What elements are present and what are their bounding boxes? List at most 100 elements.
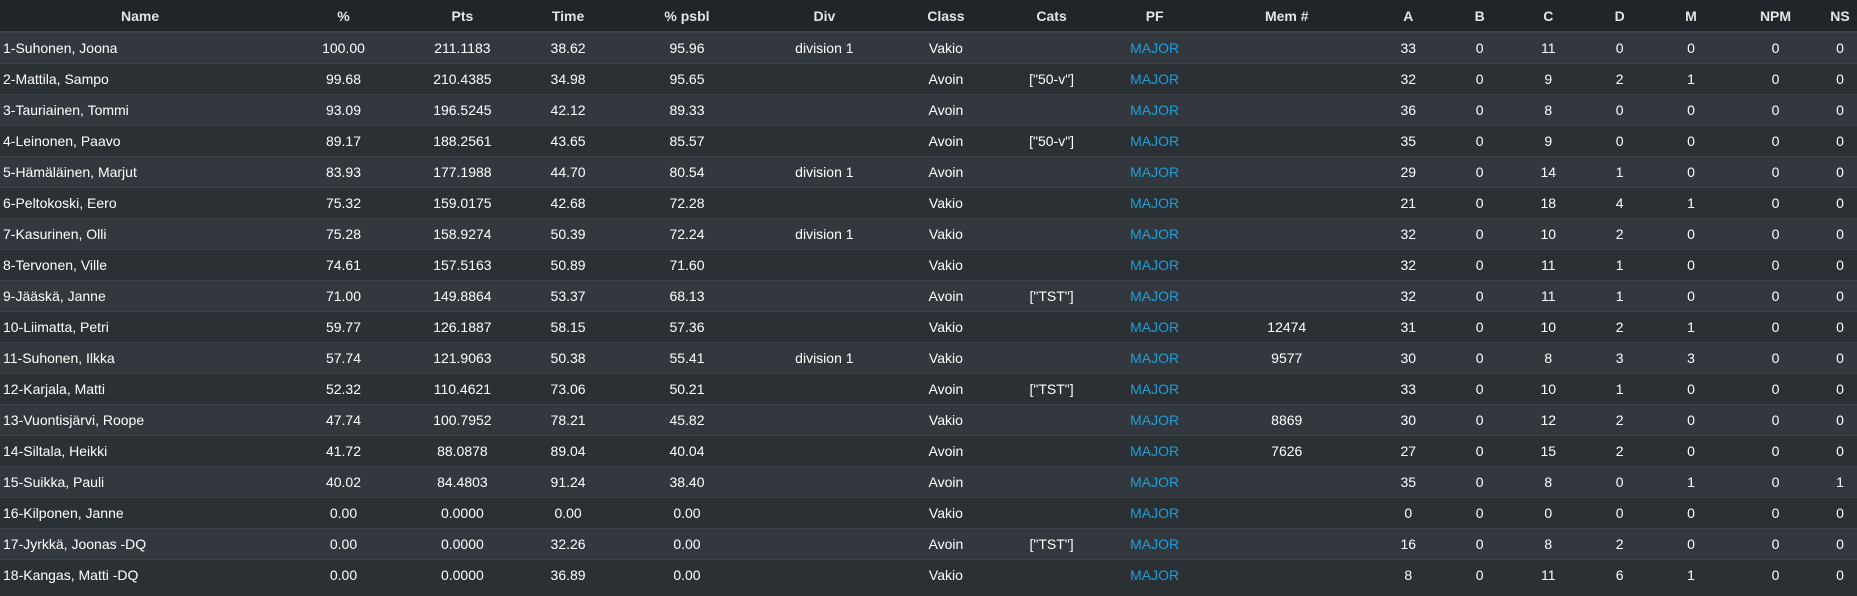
column-header-cats[interactable]: Cats	[998, 0, 1105, 33]
cell-pf: MAJOR	[1104, 31, 1205, 63]
cell-div	[755, 310, 894, 342]
cell-npm: 0	[1727, 310, 1824, 342]
cell-cats	[998, 465, 1105, 497]
cell-cats	[998, 341, 1105, 373]
cell-class: Avoin	[893, 93, 999, 125]
cell-class: Vakio	[893, 248, 999, 280]
cell-b: 0	[1447, 279, 1512, 311]
cell-class: Avoin	[893, 124, 999, 156]
competitor-name: 7-Kasurinen, Olli	[0, 217, 281, 249]
cell-d: 2	[1585, 310, 1654, 342]
cell-mem	[1204, 279, 1369, 311]
cell-ns: 0	[1823, 186, 1857, 218]
table-row: 16-Kilponen, Janne 0.00 0.0000 0.00 0.00 Vaki…	[0, 496, 1857, 528]
table-row: 2-Mattila, Sampo 99.68 210.4385 34.98 95.65 A…	[0, 62, 1857, 94]
column-header-mem[interactable]: Mem #	[1204, 0, 1369, 33]
column-header-pts[interactable]: Pts	[406, 0, 518, 33]
cell-a: 21	[1368, 186, 1448, 218]
column-header-name[interactable]: Name	[0, 0, 281, 33]
column-header-b[interactable]: B	[1447, 0, 1512, 33]
cell-ns: 0	[1823, 62, 1857, 94]
power-factor-link[interactable]: MAJOR	[1130, 195, 1179, 211]
cell-percent-possible: 72.28	[618, 186, 756, 218]
cell-class: Avoin	[893, 465, 999, 497]
competitor-name: 17-Jyrkkä, Joonas -DQ	[0, 527, 281, 559]
cell-mem	[1204, 155, 1369, 187]
power-factor-link[interactable]: MAJOR	[1130, 474, 1179, 490]
cell-pf: MAJOR	[1104, 372, 1205, 404]
power-factor-link[interactable]: MAJOR	[1130, 164, 1179, 180]
column-header-pf[interactable]: PF	[1104, 0, 1205, 33]
column-header-m[interactable]: M	[1653, 0, 1728, 33]
cell-d: 0	[1585, 124, 1654, 156]
cell-npm: 0	[1727, 31, 1824, 63]
column-header-d[interactable]: D	[1585, 0, 1654, 33]
cell-a: 0	[1368, 496, 1448, 528]
table-row: 14-Siltala, Heikki 41.72 88.0878 89.04 40.04…	[0, 434, 1857, 466]
column-header-percent-possible[interactable]: % psbl	[618, 0, 756, 33]
cell-ns: 0	[1823, 279, 1857, 311]
cell-c: 9	[1511, 62, 1586, 94]
power-factor-link[interactable]: MAJOR	[1130, 133, 1179, 149]
results-body: 1-Suhonen, Joona 100.00 211.1183 38.62 95.96…	[0, 31, 1857, 590]
cell-m: 0	[1653, 372, 1728, 404]
cell-div	[755, 527, 894, 559]
cell-time: 91.24	[517, 465, 619, 497]
cell-c: 8	[1511, 465, 1586, 497]
column-header-ns[interactable]: NS	[1823, 0, 1857, 33]
cell-b: 0	[1447, 558, 1512, 590]
column-header-time[interactable]: Time	[517, 0, 619, 33]
cell-m: 0	[1653, 403, 1728, 435]
power-factor-link[interactable]: MAJOR	[1130, 350, 1179, 366]
cell-c: 11	[1511, 248, 1586, 280]
cell-pf: MAJOR	[1104, 496, 1205, 528]
table-row: 1-Suhonen, Joona 100.00 211.1183 38.62 95.96…	[0, 31, 1857, 63]
power-factor-link[interactable]: MAJOR	[1130, 226, 1179, 242]
cell-b: 0	[1447, 341, 1512, 373]
power-factor-link[interactable]: MAJOR	[1130, 567, 1179, 583]
power-factor-link[interactable]: MAJOR	[1130, 536, 1179, 552]
power-factor-link[interactable]: MAJOR	[1130, 257, 1179, 273]
column-header-percent[interactable]: %	[280, 0, 407, 33]
column-header-class[interactable]: Class	[893, 0, 999, 33]
competitor-name: 3-Tauriainen, Tommi	[0, 93, 281, 125]
power-factor-link[interactable]: MAJOR	[1130, 288, 1179, 304]
cell-c: 11	[1511, 31, 1586, 63]
column-header-npm[interactable]: NPM	[1727, 0, 1824, 33]
power-factor-link[interactable]: MAJOR	[1130, 102, 1179, 118]
power-factor-link[interactable]: MAJOR	[1130, 40, 1179, 56]
cell-pts: 88.0878	[406, 434, 518, 466]
power-factor-link[interactable]: MAJOR	[1130, 505, 1179, 521]
cell-mem	[1204, 496, 1369, 528]
column-header-a[interactable]: A	[1368, 0, 1448, 33]
cell-time: 50.89	[517, 248, 619, 280]
cell-ns: 0	[1823, 403, 1857, 435]
cell-a: 32	[1368, 217, 1448, 249]
cell-ns: 1	[1823, 465, 1857, 497]
cell-c: 18	[1511, 186, 1586, 218]
power-factor-link[interactable]: MAJOR	[1130, 412, 1179, 428]
cell-cats	[998, 558, 1105, 590]
power-factor-link[interactable]: MAJOR	[1130, 319, 1179, 335]
cell-div	[755, 558, 894, 590]
cell-d: 0	[1585, 31, 1654, 63]
cell-a: 32	[1368, 62, 1448, 94]
cell-d: 1	[1585, 372, 1654, 404]
cell-time: 58.15	[517, 310, 619, 342]
power-factor-link[interactable]: MAJOR	[1130, 443, 1179, 459]
cell-cats	[998, 186, 1105, 218]
cell-cats	[998, 217, 1105, 249]
table-row: 7-Kasurinen, Olli 75.28 158.9274 50.39 72.24…	[0, 217, 1857, 249]
power-factor-link[interactable]: MAJOR	[1130, 71, 1179, 87]
cell-a: 35	[1368, 465, 1448, 497]
cell-a: 32	[1368, 279, 1448, 311]
power-factor-link[interactable]: MAJOR	[1130, 381, 1179, 397]
column-header-c[interactable]: C	[1511, 0, 1586, 33]
cell-d: 2	[1585, 62, 1654, 94]
cell-b: 0	[1447, 31, 1512, 63]
cell-pf: MAJOR	[1104, 155, 1205, 187]
competitor-name: 2-Mattila, Sampo	[0, 62, 281, 94]
column-header-div[interactable]: Div	[755, 0, 894, 33]
cell-m: 1	[1653, 465, 1728, 497]
competitor-name: 1-Suhonen, Joona	[0, 31, 281, 63]
